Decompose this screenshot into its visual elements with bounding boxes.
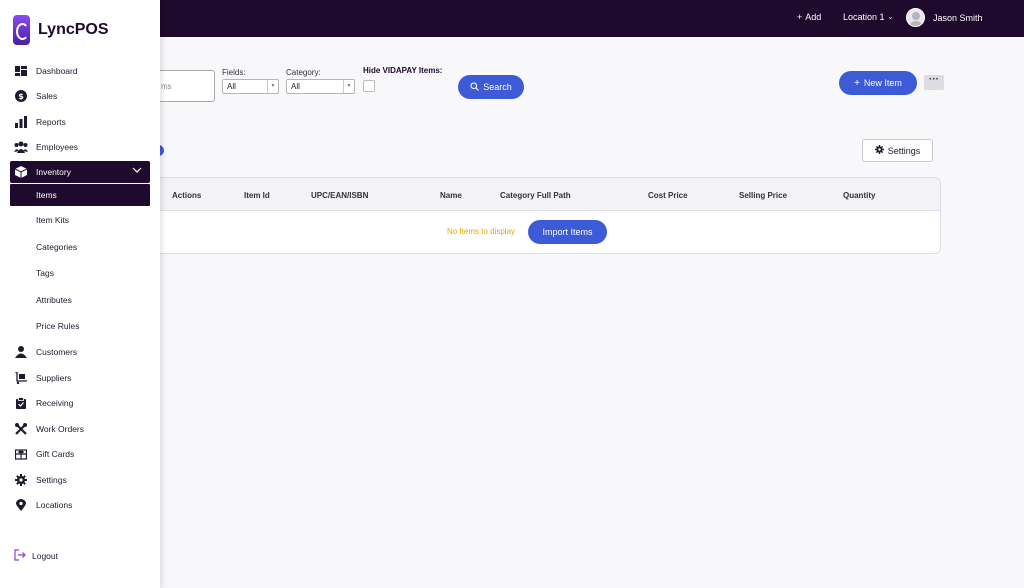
avatar (906, 8, 925, 27)
sidebar-item-inventory[interactable]: Inventory (10, 161, 150, 183)
sidebar-item-work-orders[interactable]: Work Orders (0, 416, 160, 442)
more-options-button[interactable]: ··· (924, 75, 944, 90)
logout-icon (14, 549, 26, 563)
person-icon (14, 345, 28, 359)
settings-label: Settings (887, 145, 921, 156)
search-button[interactable]: Search (458, 75, 524, 99)
sidebar-item-label: Customers (36, 347, 78, 358)
sidebar-subitem-attributes[interactable]: Attributes (0, 287, 160, 314)
chevron-down-icon (132, 166, 142, 176)
fields-value: All (227, 82, 236, 91)
sidebar-item-label: Receiving (36, 398, 74, 409)
sidebar-item-receiving[interactable]: Receiving (0, 391, 160, 417)
app-name: LyncPOS (38, 21, 109, 38)
sidebar-item-label: Suppliers (36, 372, 72, 383)
gear-icon (14, 473, 28, 487)
column-header-name[interactable]: Name (440, 191, 462, 200)
add-label: Add (805, 12, 822, 22)
sidebar-item-label: Locations (36, 500, 73, 511)
import-items-button[interactable]: Import Items (528, 220, 607, 244)
plus-icon: + (797, 12, 803, 22)
sidebar-item-label: Employees (36, 142, 79, 153)
table-header: Actions Item Id UPC/EAN/ISBN Name Catego… (141, 178, 940, 211)
dolly-icon (14, 371, 28, 385)
category-select[interactable]: All ▼ (286, 79, 355, 94)
column-header-quantity[interactable]: Quantity (843, 191, 875, 200)
sidebar-item-label: Inventory (36, 167, 71, 177)
column-header-selling-price[interactable]: Selling Price (739, 191, 787, 200)
user-name: Jason Smith (933, 12, 983, 23)
search-placeholder: ms (161, 82, 172, 91)
sidebar-nav: Dashboard $ Sales Reports Employees Inve… (0, 58, 160, 518)
sidebar-item-label: Gift Cards (36, 449, 75, 460)
plus-icon: + (854, 77, 860, 89)
sidebar-item-label: Dashboard (36, 65, 78, 76)
sidebar-subitem-categories[interactable]: Categories (0, 234, 160, 261)
tools-icon (14, 422, 28, 436)
sidebar-subitem-item-kits[interactable]: Item Kits (0, 207, 160, 234)
column-header-actions[interactable]: Actions (172, 191, 201, 200)
box-icon (14, 165, 28, 179)
sidebar-subitem-items[interactable]: Items (10, 184, 150, 206)
hide-vidapay-label: Hide VIDAPAY Items: (363, 66, 443, 75)
sidebar-item-sales[interactable]: $ Sales (0, 84, 160, 110)
sidebar: LyncPOS Dashboard $ Sales Reports Employ… (0, 0, 160, 588)
sidebar-item-dashboard[interactable]: Dashboard (0, 58, 160, 84)
sidebar-item-label: Reports (36, 116, 66, 127)
sidebar-subitem-price-rules[interactable]: Price Rules (0, 313, 160, 340)
category-value: All (291, 82, 300, 91)
sidebar-item-employees[interactable]: Employees (0, 135, 160, 161)
column-header-item-id[interactable]: Item Id (244, 191, 270, 200)
category-label: Category: (286, 68, 321, 77)
logo[interactable]: LyncPOS (13, 15, 109, 45)
gift-icon (14, 447, 28, 461)
sidebar-item-settings[interactable]: Settings (0, 467, 160, 493)
sidebar-item-customers[interactable]: Customers (0, 340, 160, 366)
sidebar-item-label: Work Orders (36, 423, 85, 434)
column-header-upc[interactable]: UPC/EAN/ISBN (311, 191, 368, 200)
add-button[interactable]: + Add (797, 12, 821, 22)
sidebar-item-reports[interactable]: Reports (0, 109, 160, 135)
map-pin-icon (14, 498, 28, 512)
logo-icon (13, 15, 30, 45)
dashboard-icon (14, 64, 28, 78)
clipboard-icon (14, 396, 28, 410)
column-header-cost-price[interactable]: Cost Price (648, 191, 688, 200)
gear-icon (874, 145, 884, 156)
people-icon (14, 140, 28, 154)
logout-button[interactable]: Logout (14, 549, 58, 563)
new-item-button[interactable]: + New Item (839, 71, 917, 95)
search-button-label: Search (483, 82, 512, 92)
user-menu[interactable]: Jason Smith (906, 8, 983, 27)
sidebar-item-suppliers[interactable]: Suppliers (0, 365, 160, 391)
fields-select[interactable]: All ▼ (222, 79, 279, 94)
svg-text:$: $ (18, 92, 24, 101)
items-table: Actions Item Id UPC/EAN/ISBN Name Catego… (140, 177, 941, 254)
location-label: Location 1 (843, 12, 885, 22)
bar-chart-icon (14, 115, 28, 129)
sidebar-item-label: Settings (36, 474, 67, 485)
chevron-down-icon: ▼ (267, 80, 278, 93)
dollar-icon: $ (14, 89, 28, 103)
column-header-category[interactable]: Category Full Path (500, 191, 571, 200)
fields-label: Fields: (222, 68, 246, 77)
chevron-down-icon: ⌄ (887, 14, 894, 21)
new-item-label: New Item (863, 78, 902, 88)
chevron-down-icon: ▼ (343, 80, 354, 93)
sidebar-subitem-tags[interactable]: Tags (0, 260, 160, 287)
sidebar-item-label: Sales (36, 91, 58, 102)
location-selector[interactable]: Location 1 ⌄ (843, 12, 893, 22)
sidebar-item-gift-cards[interactable]: Gift Cards (0, 442, 160, 468)
logout-label: Logout (32, 551, 58, 561)
hide-vidapay-checkbox[interactable] (363, 80, 375, 92)
table-settings-button[interactable]: Settings (862, 139, 933, 162)
search-icon (470, 81, 480, 93)
sidebar-item-locations[interactable]: Locations (0, 493, 160, 519)
empty-state-text: No Items to display (447, 227, 516, 236)
